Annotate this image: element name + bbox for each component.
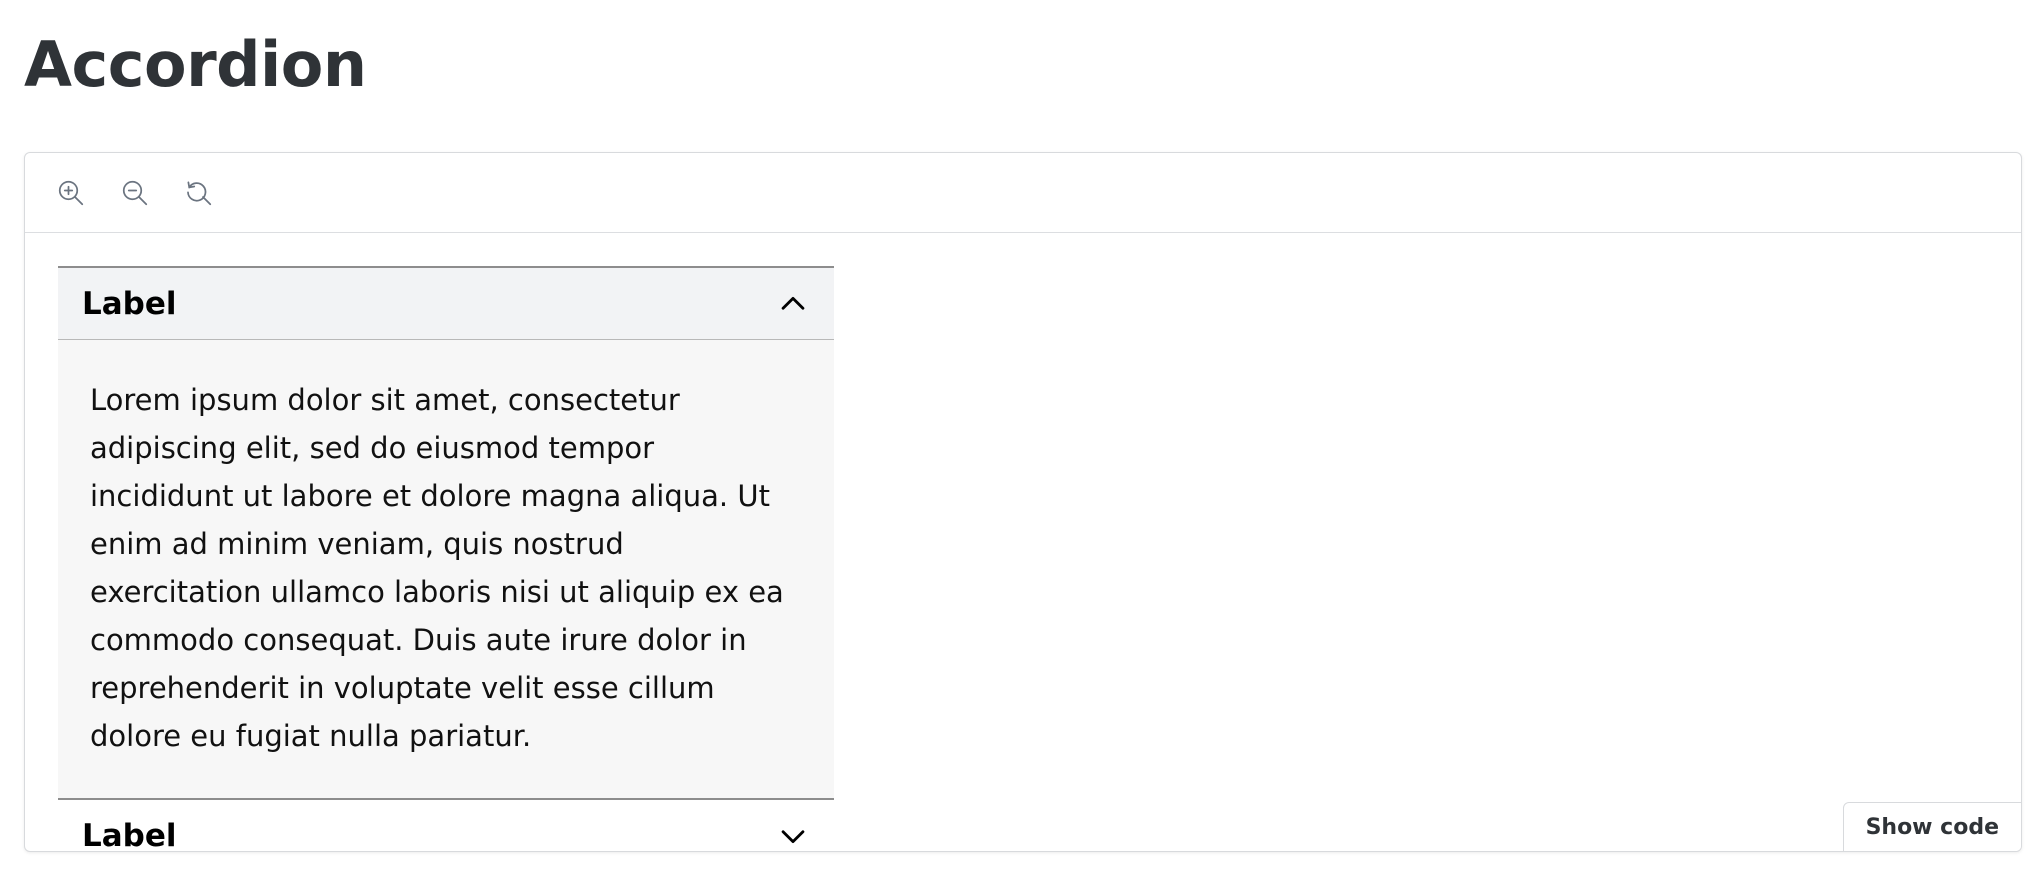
reset-zoom-button[interactable] (181, 175, 217, 211)
zoom-in-button[interactable] (53, 175, 89, 211)
chevron-down-icon (781, 830, 805, 844)
preview-frame: Label Lorem ipsum dolor sit amet, consec… (24, 152, 2022, 852)
reset-zoom-icon (187, 181, 212, 206)
preview-canvas: Label Lorem ipsum dolor sit amet, consec… (25, 233, 2021, 851)
accordion-item: Label Lorem ipsum dolor sit amet, consec… (58, 266, 834, 798)
chevron-up-icon (781, 296, 805, 310)
accordion-label: Label (82, 285, 177, 322)
zoom-out-button[interactable] (117, 175, 153, 211)
zoom-in-icon (58, 180, 84, 206)
accordion-header[interactable]: Label (58, 266, 834, 340)
accordion-header[interactable]: Label (58, 798, 834, 852)
accordion-item: Label (58, 798, 834, 852)
accordion-label: Label (82, 818, 177, 852)
page-title: Accordion (24, 28, 367, 101)
show-code-button[interactable]: Show code (1842, 802, 2021, 851)
accordion: Label Lorem ipsum dolor sit amet, consec… (58, 266, 834, 852)
preview-toolbar (25, 153, 2021, 233)
accordion-panel-content: Lorem ipsum dolor sit amet, consectetur … (58, 340, 834, 798)
zoom-out-icon (122, 180, 148, 206)
